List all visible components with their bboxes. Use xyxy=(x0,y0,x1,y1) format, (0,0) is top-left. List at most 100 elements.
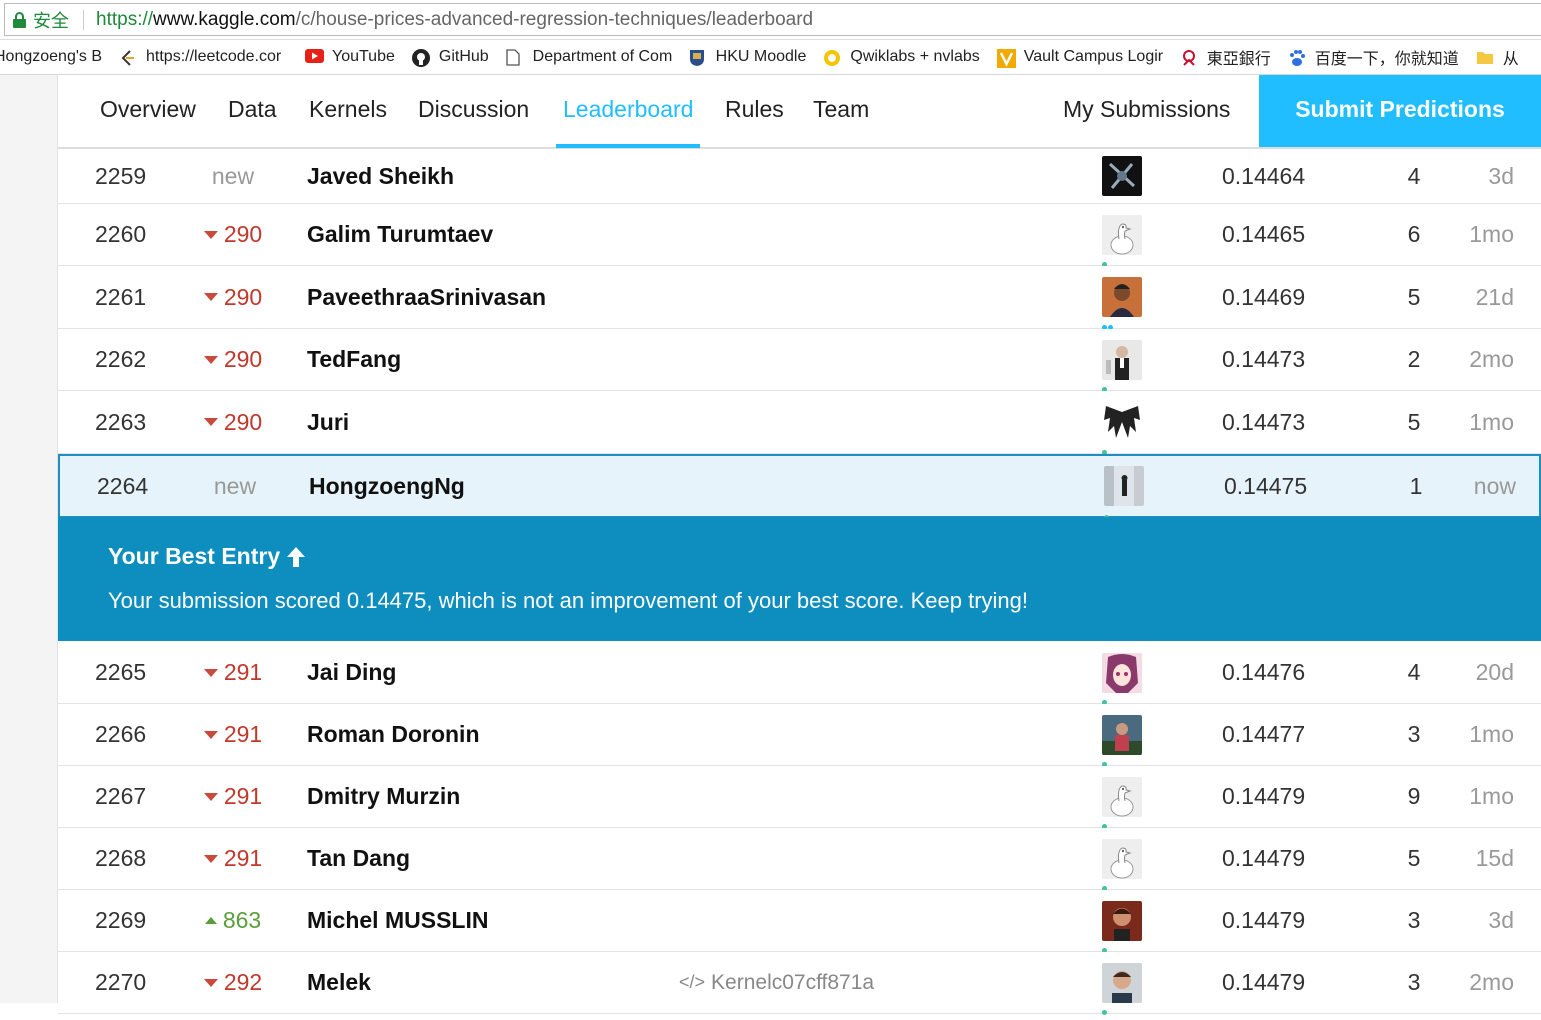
table-row: 2269 863 Michel MUSSLIN 0.14479 3 3d xyxy=(58,890,1541,953)
last-submission-cell: 20d xyxy=(1475,659,1514,685)
table-row: 2263 290 Juri 0.14473 5 1mo xyxy=(58,391,1541,455)
page-icon xyxy=(506,49,524,66)
tier-dots-icon xyxy=(1102,196,1116,209)
score-cell: 0.14479 xyxy=(1222,907,1306,933)
left-gutter xyxy=(0,75,58,1003)
leetcode-icon xyxy=(119,49,137,66)
team-name-link[interactable]: Galim Turumtaev xyxy=(307,204,493,265)
team-name-link[interactable]: Tan Dang xyxy=(307,828,410,889)
tier-dots-icon xyxy=(1102,692,1116,705)
youtube-icon xyxy=(305,49,324,65)
rank-cell: 2260 xyxy=(95,221,147,247)
score-cell: 0.14469 xyxy=(1222,283,1306,310)
last-submission-cell: now xyxy=(1473,472,1516,499)
github-icon xyxy=(411,49,430,67)
rank-cell: 2263 xyxy=(95,408,147,435)
team-name-link[interactable]: Jai Ding xyxy=(307,642,396,703)
bookmark-vault[interactable]: Vault Campus Logir xyxy=(996,48,1163,68)
triangle-down-icon xyxy=(203,355,218,364)
bookmark-hku-moodle[interactable]: HKU Moodle xyxy=(689,48,806,66)
tab-leaderboard[interactable]: Leaderboard xyxy=(563,75,693,147)
team-name-link[interactable]: TedFang xyxy=(307,329,401,390)
table-row: 2259 new Javed Sheikh 0.14464 4 3d xyxy=(58,149,1541,209)
my-leaderboard-row: 2264 new HongzoengNg 0.14475 1 now xyxy=(58,454,1541,520)
bookmark-folder[interactable]: 从 xyxy=(1476,45,1519,69)
tier-dots-icon xyxy=(1102,442,1116,455)
tier-dots-icon xyxy=(1102,379,1116,392)
score-cell: 0.14473 xyxy=(1222,408,1306,435)
score-cell: 0.14477 xyxy=(1222,721,1306,747)
url-text[interactable]: https://www.kaggle.com/c/house-prices-ad… xyxy=(96,9,813,31)
url-field[interactable]: 安全 https://www.kaggle.com/c/house-prices… xyxy=(4,3,1541,36)
bookmark-qwiklabs[interactable]: Qwiklabs + nvlabs xyxy=(823,48,980,66)
bookmark-github[interactable]: GitHub xyxy=(411,48,489,67)
team-name-link[interactable]: Dmitry Murzin xyxy=(307,766,460,827)
table-row: 2262 290 TedFang 0.14473 2 2mo xyxy=(58,329,1541,392)
team-name-link[interactable]: Javed Sheikh xyxy=(307,149,454,203)
score-cell: 0.14464 xyxy=(1222,162,1306,189)
entries-cell: 2 xyxy=(1407,346,1421,372)
rank-change-cell: new xyxy=(211,162,255,189)
score-cell: 0.14479 xyxy=(1222,783,1306,809)
baidu-icon xyxy=(1288,49,1306,66)
entries-cell: 4 xyxy=(1407,162,1421,189)
rank-change-cell: new xyxy=(213,472,257,499)
score-cell: 0.14479 xyxy=(1222,969,1306,995)
tier-dots-icon xyxy=(1102,816,1116,829)
triangle-down-icon xyxy=(203,978,218,987)
bookmark-bea[interactable]: 東亞銀行 xyxy=(1180,45,1271,69)
tab-overview[interactable]: Overview xyxy=(100,75,196,147)
team-name-link[interactable]: Juri xyxy=(307,391,349,453)
tier-dots-icon xyxy=(1104,507,1118,520)
triangle-down-icon xyxy=(203,668,218,677)
rank-change-cell: 863 xyxy=(198,890,268,951)
entries-cell: 6 xyxy=(1407,221,1421,247)
tab-data[interactable]: Data xyxy=(228,75,277,147)
hku-icon xyxy=(689,49,707,66)
best-entry-banner: Your Best Entry Your submission scored 0… xyxy=(58,517,1541,641)
bookmark-youtube[interactable]: YouTube xyxy=(305,48,395,66)
kernel-link[interactable]: </> Kernelc07cff871a xyxy=(679,952,874,1013)
triangle-down-icon xyxy=(203,730,218,739)
last-submission-cell: 1mo xyxy=(1469,721,1514,747)
last-submission-cell: 1mo xyxy=(1469,408,1514,435)
team-name-link[interactable]: Michel MUSSLIN xyxy=(307,890,488,951)
table-row: 2268 291 Tan Dang 0.14479 5 15d xyxy=(58,828,1541,891)
bookmark-department[interactable]: Department of Com xyxy=(506,48,672,66)
triangle-down-icon xyxy=(203,854,218,863)
folder-icon xyxy=(1476,49,1494,65)
active-tab-indicator xyxy=(556,144,700,148)
best-entry-title: Your Best Entry xyxy=(108,543,306,570)
table-row: 2260 290 Galim Turumtaev 0.14465 6 1mo xyxy=(58,204,1541,267)
team-name-link[interactable]: PaveethraaSrinivasan xyxy=(307,266,546,328)
tier-dots-icon xyxy=(1102,940,1116,953)
rank-cell: 2264 xyxy=(97,472,149,499)
tab-team[interactable]: Team xyxy=(813,75,869,147)
submit-predictions-button[interactable]: Submit Predictions xyxy=(1259,75,1541,147)
rank-change-cell: 291 xyxy=(198,766,268,827)
team-name-link[interactable]: HongzoengNg xyxy=(309,456,465,516)
bookmark-leetcode[interactable]: https://leetcode.cor xyxy=(119,48,288,66)
rank-cell: 2268 xyxy=(95,845,147,871)
tab-kernels[interactable]: Kernels xyxy=(309,75,387,147)
tab-discussion[interactable]: Discussion xyxy=(418,75,529,147)
my-submissions-link[interactable]: My Submissions xyxy=(1063,75,1230,147)
entries-cell: 3 xyxy=(1407,721,1421,747)
entries-cell: 3 xyxy=(1407,969,1421,995)
entries-cell: 5 xyxy=(1407,408,1421,435)
rank-cell: 2269 xyxy=(95,907,147,933)
score-cell: 0.14479 xyxy=(1222,845,1306,871)
bookmark-blog[interactable]: Hongzoeng's Bl xyxy=(0,48,102,66)
entries-cell: 5 xyxy=(1407,283,1421,310)
team-name-link[interactable]: Roman Doronin xyxy=(307,704,480,765)
tier-dots-icon xyxy=(1102,754,1116,767)
bookmark-baidu[interactable]: 百度一下，你就知道 xyxy=(1288,45,1459,69)
table-row: 2267 291 Dmitry Murzin 0.14479 9 1mo xyxy=(58,766,1541,829)
rank-cell: 2266 xyxy=(95,721,147,747)
tab-rules[interactable]: Rules xyxy=(725,75,784,147)
bea-icon xyxy=(1180,49,1198,66)
table-row: 2270 292 Melek </> Kernelc07cff871a 0.14479 3 2… xyxy=(58,952,1541,1015)
rank-cell: 2265 xyxy=(95,659,147,685)
rank-change-cell: 290 xyxy=(198,204,268,265)
team-name-link[interactable]: Melek xyxy=(307,952,371,1013)
